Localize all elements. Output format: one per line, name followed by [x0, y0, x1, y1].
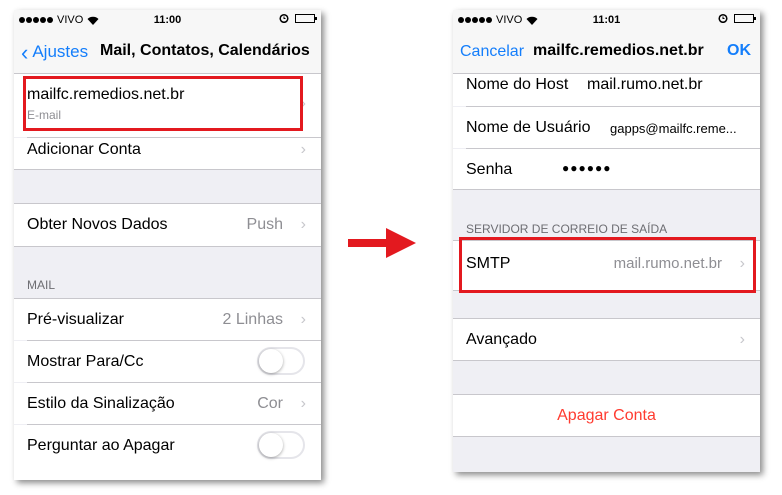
host-row[interactable]: Nome do Host mail.rumo.net.br: [453, 74, 760, 106]
battery-icon: [734, 13, 756, 23]
mail-section-header: MAIL: [27, 278, 56, 292]
nav-bar: ‹ Ajustes Mail, Contatos, Calendários: [14, 31, 321, 74]
outgoing-section-header: SERVIDOR DE CORREIO DE SAÍDA: [466, 222, 668, 236]
chevron-right-icon: ›: [300, 395, 306, 412]
fetch-label: Obter Novos Dados: [27, 216, 168, 233]
ask-delete-label: Perguntar ao Apagar: [27, 437, 175, 454]
back-button[interactable]: ‹ Ajustes: [21, 39, 89, 65]
chevron-right-icon: ›: [300, 311, 306, 328]
status-bar: VIVO 11:00: [14, 10, 321, 31]
ask-delete-toggle[interactable]: [257, 431, 305, 459]
flag-style-label: Estilo da Sinalização: [27, 395, 175, 412]
show-to-cc-toggle[interactable]: [257, 347, 305, 375]
flag-style-value: Cor: [257, 395, 283, 412]
password-label: Senha: [466, 161, 513, 178]
nav-bar: Cancelar mailfc.remedios.net.br OK: [453, 31, 760, 74]
delete-account-button[interactable]: Apagar Conta: [453, 407, 760, 425]
password-row[interactable]: Senha ●●●●●●: [453, 149, 760, 189]
chevron-right-icon: ›: [300, 141, 306, 158]
status-time: 11:01: [592, 14, 621, 26]
delete-account-row[interactable]: Apagar Conta: [453, 395, 760, 436]
flag-style-row[interactable]: Estilo da Sinalização Cor ›: [14, 383, 321, 424]
add-account-row[interactable]: Adicionar Conta ›: [14, 138, 321, 169]
alarm-icon: [279, 13, 289, 23]
ask-before-delete-row: Perguntar ao Apagar: [14, 425, 321, 480]
host-value: mail.rumo.net.br: [587, 76, 703, 93]
settings-screen-mail: VIVO 11:00 ‹ Ajustes Mail, Contatos, Cal…: [14, 10, 321, 480]
advanced-label: Avançado: [466, 331, 537, 348]
battery-icon: [295, 13, 317, 23]
preview-row[interactable]: Pré-visualizar 2 Linhas ›: [14, 299, 321, 340]
advanced-row[interactable]: Avançado ›: [453, 319, 760, 360]
page-title: mailfc.remedios.net.br: [533, 42, 704, 59]
username-row[interactable]: Nome de Usuário gapps@mailfc.reme...: [453, 107, 760, 148]
preview-label: Pré-visualizar: [27, 311, 124, 328]
chevron-left-icon: ‹: [21, 39, 29, 65]
username-label: Nome de Usuário: [466, 119, 591, 136]
show-to-cc-row: Mostrar Para/Cc: [14, 341, 321, 382]
highlight-box-account: [23, 76, 303, 131]
host-label: Nome do Host: [466, 76, 569, 93]
status-time: 11:00: [153, 14, 182, 26]
account-settings-screen: VIVO 11:01 Cancelar mailfc.remedios.net.…: [453, 10, 760, 472]
preview-value: 2 Linhas: [222, 311, 284, 328]
status-bar: VIVO 11:01: [453, 10, 760, 31]
highlight-box-smtp: [459, 237, 756, 293]
page-title: Mail, Contatos, Calendários: [100, 42, 310, 59]
show-to-cc-label: Mostrar Para/Cc: [27, 353, 144, 370]
fetch-value: Push: [246, 216, 283, 233]
password-value: ●●●●●●: [562, 161, 612, 175]
back-label: Ajustes: [32, 42, 89, 61]
fetch-new-data-row[interactable]: Obter Novos Dados Push ›: [14, 204, 321, 246]
red-arrow-icon: [348, 228, 416, 258]
username-value: gapps@mailfc.reme...: [610, 121, 737, 136]
chevron-right-icon: ›: [300, 216, 306, 233]
chevron-right-icon: ›: [739, 331, 745, 348]
add-account-label: Adicionar Conta: [27, 141, 141, 158]
cancel-button[interactable]: Cancelar: [460, 43, 524, 61]
alarm-icon: [718, 13, 728, 23]
ok-button[interactable]: OK: [727, 42, 751, 60]
